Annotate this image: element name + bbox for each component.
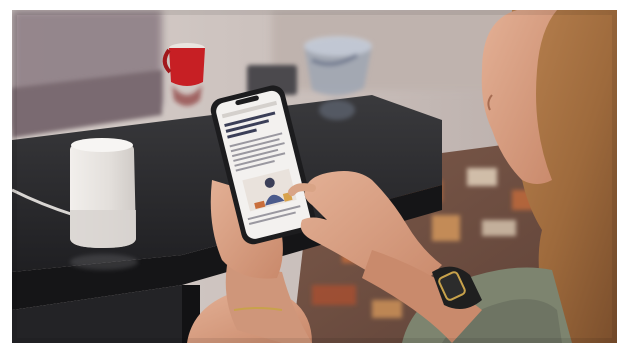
image-frame [0,0,627,353]
photo [12,10,617,343]
photo-illustration [12,10,617,343]
